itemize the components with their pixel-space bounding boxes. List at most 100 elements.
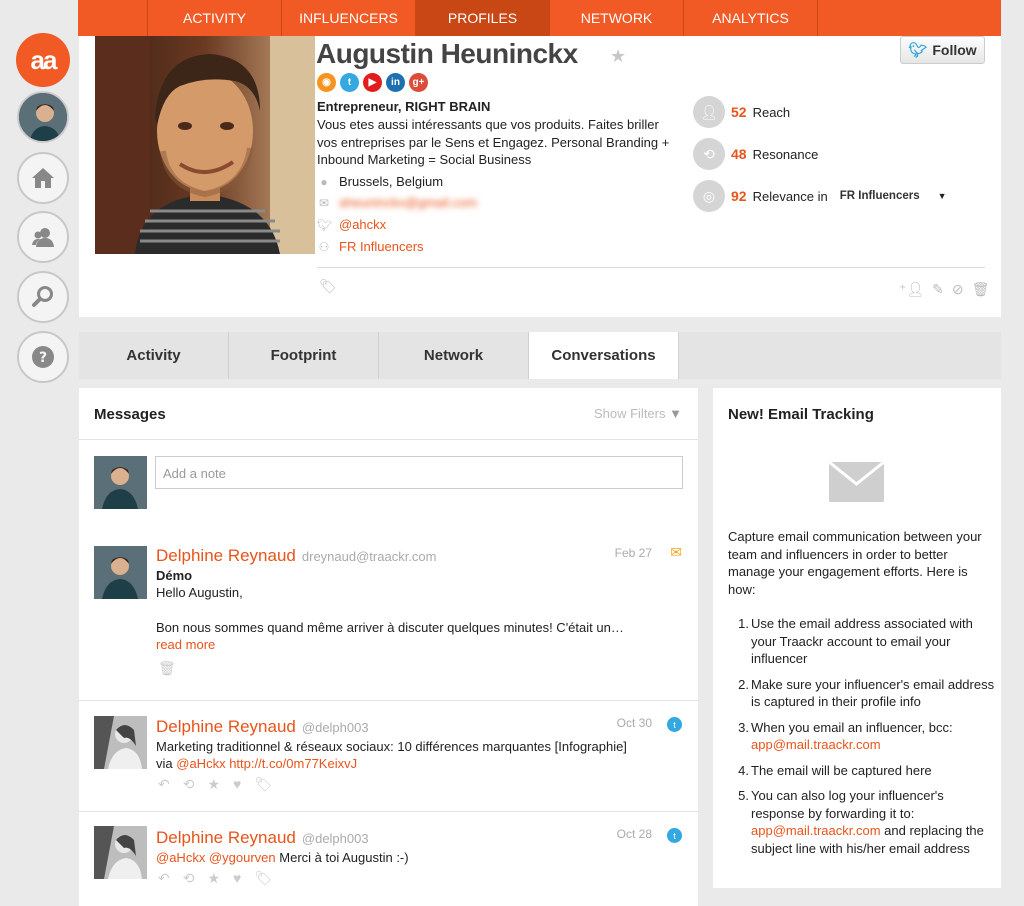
step-item: 5. You can also log your influencer's res… xyxy=(738,788,984,856)
tweet-avatar xyxy=(94,826,147,879)
location-pin-icon: ● xyxy=(320,174,328,189)
profile-name: Augustin Heuninckx xyxy=(316,38,578,69)
follow-label: Follow xyxy=(932,42,977,58)
tweet-date: Oct 30 xyxy=(616,716,652,730)
retweet-icon[interactable]: ⟲ xyxy=(183,870,195,887)
rss-icon[interactable]: ◉ xyxy=(317,73,336,92)
tweet-date: Oct 28 xyxy=(616,827,652,841)
like-icon[interactable]: ♥ xyxy=(233,870,241,887)
tab-conversations[interactable]: Conversations xyxy=(529,332,679,379)
author-handle[interactable]: @delph003 xyxy=(302,720,369,735)
reply-icon[interactable]: ↶ xyxy=(158,776,170,793)
show-filters-button[interactable]: Show Filters ▼ xyxy=(594,406,682,421)
tweet-text: Marketing traditionnel & réseaux sociaux… xyxy=(156,739,627,754)
bcc-address-link[interactable]: app@mail.traackr.com xyxy=(751,737,881,752)
edit-icon[interactable]: ✎ xyxy=(932,281,944,298)
help-icon[interactable]: ? xyxy=(17,331,69,383)
twitter-bird-icon: 🐦︎ xyxy=(908,42,928,59)
tab-network[interactable]: Network xyxy=(379,332,529,379)
user-icon[interactable] xyxy=(17,211,69,263)
tweet-author[interactable]: Delphine Reynaud @delph003 xyxy=(156,717,369,737)
step-item: 2. Make sure your influencer's email addr… xyxy=(728,676,998,711)
app-logo[interactable]: aa xyxy=(16,33,70,87)
resonance-stat: ⟲ 48 Resonance xyxy=(693,138,818,170)
retweet-icon[interactable]: ⟲ xyxy=(183,776,195,793)
nav-spacer xyxy=(78,0,148,36)
sidebar: aa ? xyxy=(0,0,78,906)
author-handle[interactable]: @delph003 xyxy=(302,831,369,846)
dropdown-arrow-icon[interactable]: ▼ xyxy=(938,191,947,201)
favorite-icon[interactable]: ★ xyxy=(207,776,220,793)
mention-link[interactable]: @aHckx xyxy=(176,756,225,771)
profile-email: ✉ aheuninckx@gmail.com xyxy=(317,195,477,210)
svg-text:?: ? xyxy=(39,350,47,366)
author-name[interactable]: Delphine Reynaud xyxy=(156,828,296,847)
reach-stat: 👤︎ 52 Reach xyxy=(693,96,790,128)
tweet-url-link[interactable]: http://t.co/0m77KeixvJ xyxy=(229,756,357,771)
message-author[interactable]: Delphine Reynaud dreynaud@traackr.com xyxy=(156,546,436,566)
via-text: via xyxy=(156,756,173,771)
tag-icon[interactable]: 🏷︎ xyxy=(254,776,272,793)
note-avatar xyxy=(94,456,147,509)
messages-title: Messages xyxy=(94,406,166,423)
profile-twitter: 🐦︎ @ahckx xyxy=(317,217,386,232)
mention-link[interactable]: @ygourven xyxy=(209,850,276,865)
message-line2: Bon nous sommes quand même arriver à dis… xyxy=(156,620,624,635)
twitter-source-icon: t xyxy=(667,828,682,843)
profile-tabs: Activity Footprint Network Conversations xyxy=(79,332,1001,379)
nav-analytics[interactable]: ANALYTICS xyxy=(684,0,818,36)
reply-icon[interactable]: ↶ xyxy=(158,870,170,887)
email-tracking-title: New! Email Tracking xyxy=(728,406,874,423)
step-text: The email will be captured here xyxy=(751,762,932,778)
twitter-source-icon: t xyxy=(667,717,682,732)
top-nav: ACTIVITY INFLUENCERS PROFILES NETWORK AN… xyxy=(78,0,1001,36)
group-icon: ⚇ xyxy=(318,239,330,254)
linkedin-icon[interactable]: in xyxy=(386,73,405,92)
user-avatar[interactable] xyxy=(17,91,69,143)
tab-activity[interactable]: Activity xyxy=(79,332,229,379)
tweet-text: @aHckx @ygourven Merci à toi Augustin :-… xyxy=(156,849,676,866)
favorite-icon[interactable]: ★ xyxy=(207,870,220,887)
mention-link[interactable]: @aHckx xyxy=(156,850,205,865)
follow-button[interactable]: 🐦︎ Follow xyxy=(900,36,985,64)
step-text: When you email an influencer, bcc: xyxy=(751,719,953,735)
author-handle: dreynaud@traackr.com xyxy=(301,549,437,564)
tag-icon[interactable]: 🏷︎ xyxy=(319,278,337,295)
twitter-handle[interactable]: @ahckx xyxy=(339,217,386,232)
search-icon[interactable] xyxy=(17,271,69,323)
google-plus-icon[interactable]: g+ xyxy=(409,73,428,92)
resonance-label: Resonance xyxy=(752,146,819,162)
nav-network[interactable]: NETWORK xyxy=(550,0,684,36)
email-text[interactable]: aheuninckx@gmail.com xyxy=(339,195,477,210)
profile-actions: ⁺👤︎ ✎ ⊘ 🗑︎ xyxy=(899,281,989,298)
tab-footprint[interactable]: Footprint xyxy=(229,332,379,379)
read-more-link[interactable]: read more xyxy=(156,636,215,653)
nav-profiles[interactable]: PROFILES xyxy=(416,0,550,36)
block-icon[interactable]: ⊘ xyxy=(952,281,964,298)
tag-icon[interactable]: 🏷︎ xyxy=(254,870,272,887)
like-icon[interactable]: ♥ xyxy=(233,776,241,793)
message-divider xyxy=(79,700,698,701)
forward-address-link[interactable]: app@mail.traackr.com xyxy=(751,823,881,838)
author-name[interactable]: Delphine Reynaud xyxy=(156,717,296,736)
relevance-list-select[interactable]: FR Influencers xyxy=(840,190,920,202)
tweet-author[interactable]: Delphine Reynaud @delph003 xyxy=(156,828,369,848)
nav-activity[interactable]: ACTIVITY xyxy=(148,0,282,36)
add-note-input[interactable]: Add a note xyxy=(155,456,683,489)
step-item: 1. Use the email address associated with … xyxy=(728,615,998,668)
list-link[interactable]: FR Influencers xyxy=(339,239,424,254)
favorite-star-icon[interactable]: ★ xyxy=(610,46,626,67)
profile-role: Entrepreneur, RIGHT BRAIN xyxy=(317,99,491,114)
author-name[interactable]: Delphine Reynaud xyxy=(156,546,296,565)
nav-influencers[interactable]: INFLUENCERS xyxy=(282,0,416,36)
home-icon[interactable] xyxy=(17,152,69,204)
twitter-icon[interactable]: t xyxy=(340,73,359,92)
relevance-icon: ◎ xyxy=(693,180,725,212)
youtube-icon[interactable]: ▶ xyxy=(363,73,382,92)
delete-message-icon[interactable]: 🗑︎ xyxy=(158,660,176,677)
step-text: Use the email address associated with yo… xyxy=(751,616,973,666)
add-to-list-icon[interactable]: ⁺👤︎ xyxy=(899,281,924,298)
relevance-label: Relevance in xyxy=(752,188,828,204)
trash-icon[interactable]: 🗑︎ xyxy=(972,281,990,298)
filter-icon: ▼ xyxy=(669,406,682,421)
